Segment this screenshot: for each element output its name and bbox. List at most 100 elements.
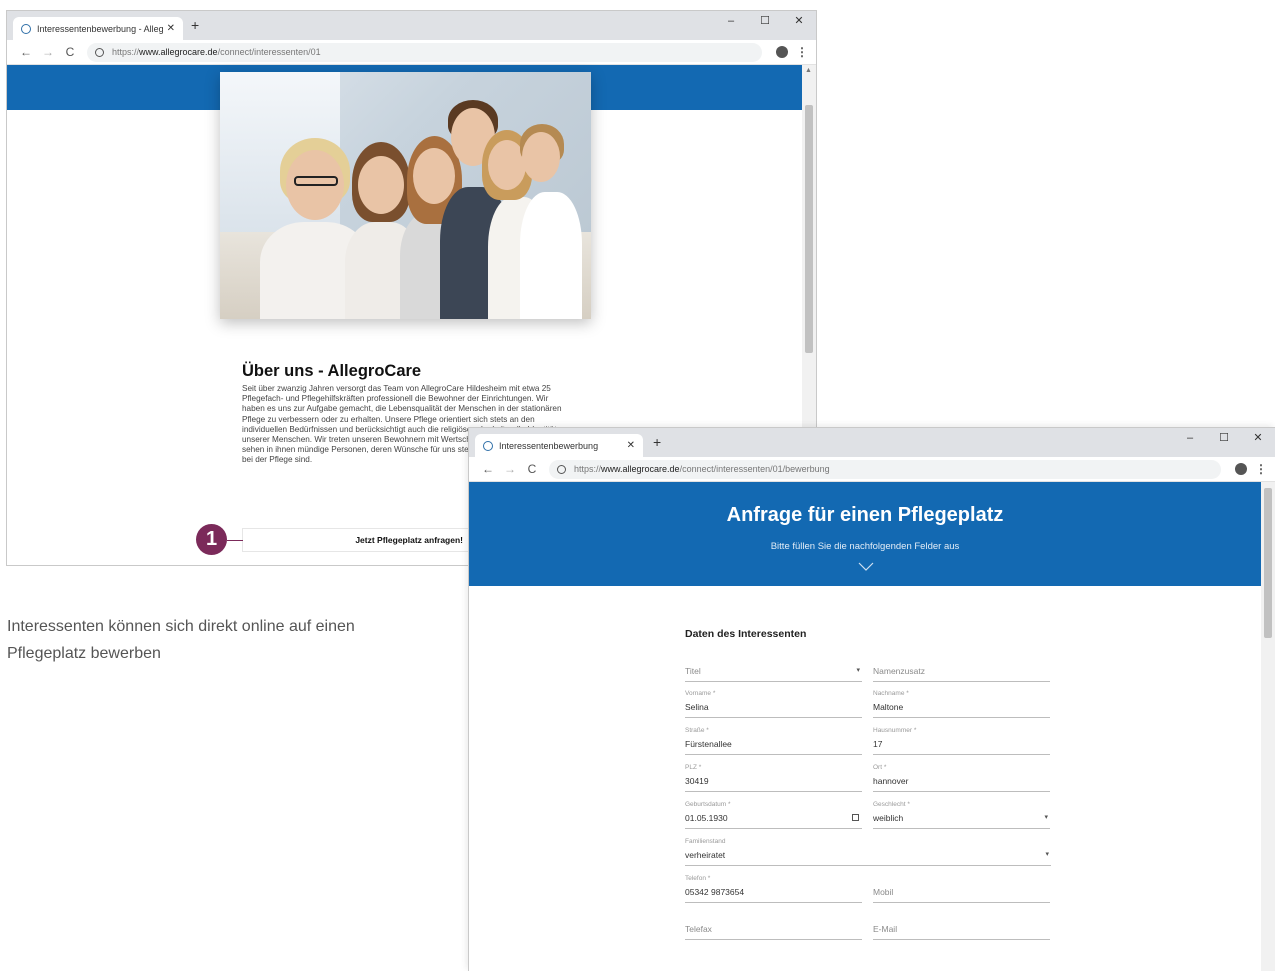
- form-card: Daten des Interessenten Titel ▾ Namenzus…: [469, 586, 1261, 971]
- tab-title: Interessentenbewerbung - Allegr: [37, 23, 163, 34]
- dropdown-caret-icon: ▾: [856, 667, 860, 674]
- geburtsdatum-label: Geburtsdatum *: [685, 801, 731, 808]
- site-favicon-icon: [483, 440, 493, 451]
- account-icon[interactable]: [1235, 463, 1247, 475]
- strasse-label: Straße *: [685, 727, 709, 734]
- address-bar[interactable]: https://www.allegrocare.de/connect/inter…: [87, 42, 762, 62]
- tab-application[interactable]: Interessentenbewerbung ✕: [475, 434, 643, 457]
- reload-icon[interactable]: C: [521, 462, 543, 476]
- chevron-down-icon: [858, 562, 874, 571]
- telefon-label: Telefon *: [685, 875, 711, 882]
- close-window-button[interactable]: ✕: [1241, 428, 1275, 448]
- menu-kebab-icon[interactable]: ⋮: [1255, 462, 1267, 476]
- site-info-icon[interactable]: [557, 464, 566, 474]
- url-path: /connect/interessenten/01/bewerbung: [679, 464, 830, 474]
- strasse-value: Fürstenallee: [685, 739, 732, 749]
- back-icon[interactable]: ←: [477, 462, 499, 476]
- plz-input[interactable]: PLZ * 30419: [685, 764, 862, 792]
- window-controls: – ☐ ✕: [1173, 428, 1275, 448]
- vorname-value: Selina: [685, 702, 709, 712]
- nachname-value: Maltone: [873, 702, 904, 712]
- geschlecht-label: Geschlecht *: [873, 801, 910, 808]
- strasse-input[interactable]: Straße * Fürstenallee: [685, 727, 862, 755]
- figure-caption: Interessenten können sich direkt online …: [7, 618, 355, 662]
- vorname-input[interactable]: Vorname * Selina: [685, 690, 862, 718]
- callout-line: [227, 540, 243, 541]
- hausnummer-label: Hausnummer *: [873, 727, 917, 734]
- form-subtitle: Bitte füllen Sie die nachfolgenden Felde…: [770, 541, 960, 552]
- callout-badge: 1: [196, 524, 227, 555]
- familienstand-select[interactable]: Familienstand verheiratet ▾: [685, 838, 1051, 866]
- new-tab-button[interactable]: +: [191, 17, 199, 33]
- maximize-button[interactable]: ☐: [748, 11, 782, 31]
- nachname-label: Nachname *: [873, 690, 909, 697]
- dropdown-caret-icon: ▾: [1044, 814, 1048, 821]
- scrollbar-thumb[interactable]: [1264, 488, 1272, 638]
- tab-bar: Interessentenbewerbung - Allegr ✕ + – ☐ …: [7, 11, 816, 40]
- close-window-button[interactable]: ✕: [782, 11, 816, 31]
- ort-value: hannover: [873, 776, 909, 786]
- tab-landing[interactable]: Interessentenbewerbung - Allegr ✕: [13, 17, 183, 40]
- geschlecht-select[interactable]: Geschlecht * weiblich ▾: [873, 801, 1050, 829]
- mobil-placeholder: Mobil: [873, 887, 894, 897]
- menu-kebab-icon[interactable]: ⋮: [796, 45, 808, 59]
- geburtsdatum-value: 01.05.1930: [685, 813, 728, 823]
- vorname-label: Vorname *: [685, 690, 716, 697]
- email-placeholder: E-Mail: [873, 924, 898, 934]
- namenszusatz-input[interactable]: Namenzusatz: [873, 654, 1050, 682]
- window-controls: – ☐ ✕: [714, 11, 816, 31]
- form-header-band: Anfrage für einen Pflegeplatz Bitte füll…: [469, 482, 1261, 586]
- calendar-icon[interactable]: [852, 814, 859, 821]
- address-bar[interactable]: https://www.allegrocare.de/connect/inter…: [549, 459, 1221, 479]
- ort-input[interactable]: Ort * hannover: [873, 764, 1050, 792]
- tab-title: Interessentenbewerbung: [499, 440, 599, 451]
- forward-icon[interactable]: →: [499, 462, 521, 476]
- mobil-input[interactable]: Mobil: [873, 875, 1050, 903]
- tab-bar: Interessentenbewerbung ✕ + – ☐ ✕: [469, 428, 1275, 457]
- url-scheme: https://: [574, 464, 602, 474]
- email-input[interactable]: E-Mail: [873, 912, 1050, 940]
- hausnummer-input[interactable]: Hausnummer * 17: [873, 727, 1050, 755]
- about-title: Über uns - AllegroCare: [242, 362, 422, 380]
- scrollbar-thumb[interactable]: [805, 105, 813, 353]
- account-icon[interactable]: [776, 46, 788, 58]
- hausnummer-value: 17: [873, 739, 883, 749]
- geschlecht-value: weiblich: [873, 813, 904, 823]
- site-info-icon[interactable]: [95, 47, 104, 57]
- titel-placeholder: Titel: [685, 666, 701, 676]
- familienstand-value: verheiratet: [685, 850, 726, 860]
- url-host: www.allegrocare.de: [139, 47, 218, 57]
- request-care-place-button[interactable]: Jetzt Pflegeplatz anfragen!: [242, 528, 472, 552]
- maximize-button[interactable]: ☐: [1207, 428, 1241, 448]
- geburtsdatum-input[interactable]: Geburtsdatum * 01.05.1930: [685, 801, 862, 829]
- reload-icon[interactable]: C: [59, 45, 81, 59]
- url-path: /connect/interessenten/01: [217, 47, 321, 57]
- ort-label: Ort *: [873, 764, 887, 771]
- site-favicon-icon: [21, 23, 31, 34]
- form-title: Anfrage für einen Pflegeplatz: [726, 504, 1004, 526]
- team-photo: [220, 72, 591, 319]
- nachname-input[interactable]: Nachname * Maltone: [873, 690, 1050, 718]
- scroll-up-icon[interactable]: ▲: [805, 67, 812, 74]
- back-icon[interactable]: ←: [15, 45, 37, 59]
- tab-close-icon[interactable]: ✕: [167, 23, 175, 34]
- forward-icon[interactable]: →: [37, 45, 59, 59]
- section-title: Daten des Interessenten: [685, 628, 807, 640]
- page-scrollbar[interactable]: [1261, 482, 1275, 971]
- new-tab-button[interactable]: +: [653, 434, 661, 450]
- browser-window-application-form: Interessentenbewerbung ✕ + – ☐ ✕ ← → C h…: [468, 427, 1275, 971]
- telefax-placeholder: Telefax: [685, 924, 712, 934]
- namenszusatz-placeholder: Namenzusatz: [873, 666, 925, 676]
- titel-select[interactable]: Titel ▾: [685, 654, 862, 682]
- telefax-input[interactable]: Telefax: [685, 912, 862, 940]
- plz-value: 30419: [685, 776, 709, 786]
- url-host: www.allegrocare.de: [601, 464, 680, 474]
- minimize-button[interactable]: –: [714, 11, 748, 31]
- telefon-value: 05342 9873654: [685, 887, 745, 897]
- dropdown-caret-icon: ▾: [1045, 851, 1049, 858]
- telefon-input[interactable]: Telefon * 05342 9873654: [685, 875, 862, 903]
- tab-close-icon[interactable]: ✕: [627, 440, 635, 451]
- minimize-button[interactable]: –: [1173, 428, 1207, 448]
- url-scheme: https://: [112, 47, 140, 57]
- familienstand-label: Familienstand: [685, 838, 726, 845]
